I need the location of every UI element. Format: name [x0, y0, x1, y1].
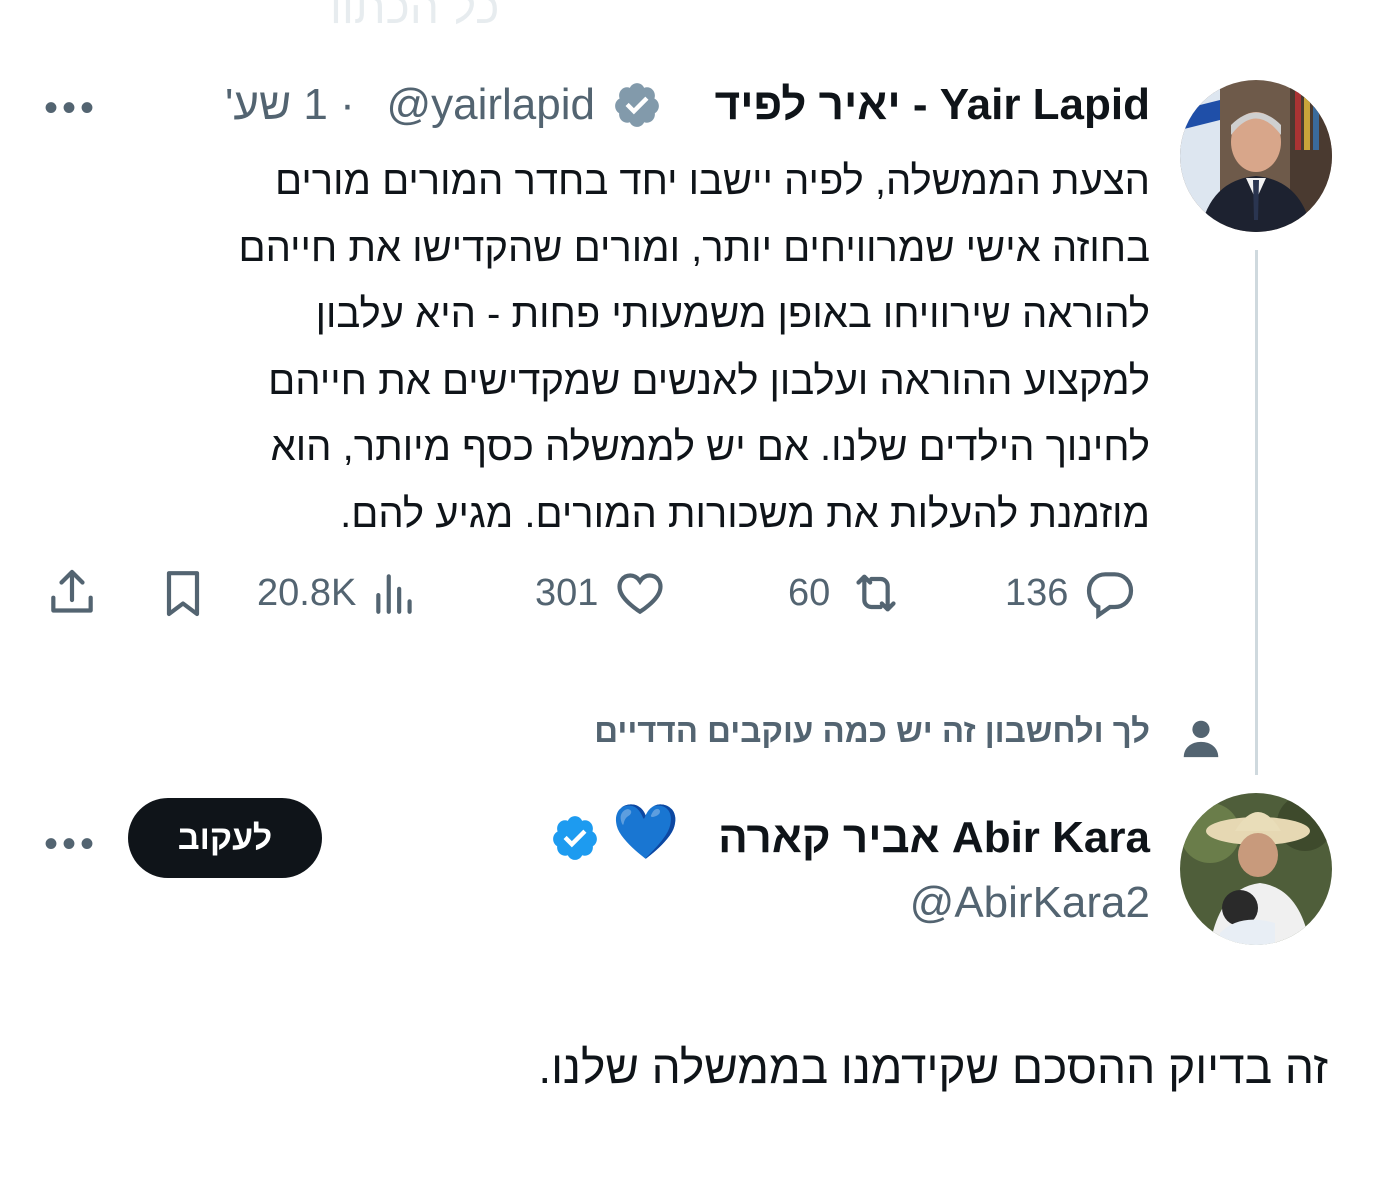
author-name[interactable]: יאיר לפיד - Yair Lapid	[715, 80, 1150, 130]
tweet-line: הצעת הממשלה, לפיה יישבו יחד בחדר המורים …	[275, 159, 1150, 203]
more-options-icon[interactable]: •••	[44, 88, 98, 128]
verified-blue-badge-icon	[550, 813, 600, 863]
repost-icon	[856, 574, 896, 612]
follow-button[interactable]: לעקוב	[128, 798, 322, 878]
author-handle[interactable]: @yairlapid	[386, 80, 595, 130]
repost-count: 60	[788, 571, 831, 614]
avatar-photo	[1180, 793, 1332, 945]
like-count: 301	[535, 571, 599, 614]
bookmark-icon	[166, 571, 200, 617]
faded-header-text: כל הכתוו	[330, 0, 500, 33]
abir-kara-avatar[interactable]	[1180, 793, 1332, 945]
yair-lapid-avatar[interactable]	[1180, 80, 1332, 232]
like-action[interactable]: 301	[535, 565, 668, 621]
share-icon	[51, 569, 93, 613]
reply-handle[interactable]: @AbirKara2	[910, 878, 1150, 928]
verified-gray-badge-icon	[612, 80, 662, 130]
tweet-time[interactable]: · 1 שע'	[225, 80, 355, 130]
views-icon	[376, 574, 412, 614]
tweet-body: הצעת הממשלה, לפיה יישבו יחד בחדר המורים …	[50, 148, 1150, 547]
reply-icon	[1087, 572, 1134, 620]
tweet-line: מוזמנת להעלות את משכורות המורים. מגיע לה…	[340, 491, 1150, 536]
reply-count: 136	[1005, 571, 1069, 614]
tweet-line: למקצוע ההוראה ועלבון לאנשים שמקדישים את …	[268, 358, 1150, 403]
thread-connector	[1255, 250, 1258, 775]
heart-icon	[617, 573, 663, 615]
bookmark-action[interactable]	[155, 565, 211, 621]
reply-author-name[interactable]: אביר קארה Abir Kara	[718, 813, 1150, 863]
views-action[interactable]: 20.8K	[257, 565, 420, 621]
reply-action[interactable]: 136	[1005, 565, 1138, 621]
tweet-line: בחוזה אישי שמרוויחים יותר, ומורים שהקדיש…	[238, 225, 1150, 270]
more-options-icon[interactable]: •••	[44, 824, 98, 864]
views-count: 20.8K	[257, 571, 357, 614]
avatar-photo	[1180, 80, 1332, 232]
social-context-text[interactable]: לך ולחשבון זה יש כמה עוקבים הדדיים	[594, 712, 1150, 750]
blue-heart-emoji: 💙	[612, 802, 680, 862]
tweet-line: לחינוך הילדים שלנו. אם יש לממשלה כסף מיו…	[270, 425, 1150, 469]
tweet-line: להוראה שירוויחו באופן משמעותי פחות - היא…	[315, 292, 1150, 336]
reply-text: זה בדיוק ההסכם שקידמנו בממשלה שלנו.	[538, 1041, 1328, 1093]
person-icon	[1178, 715, 1224, 761]
repost-action[interactable]: 60	[788, 565, 908, 621]
share-action[interactable]	[44, 565, 100, 621]
